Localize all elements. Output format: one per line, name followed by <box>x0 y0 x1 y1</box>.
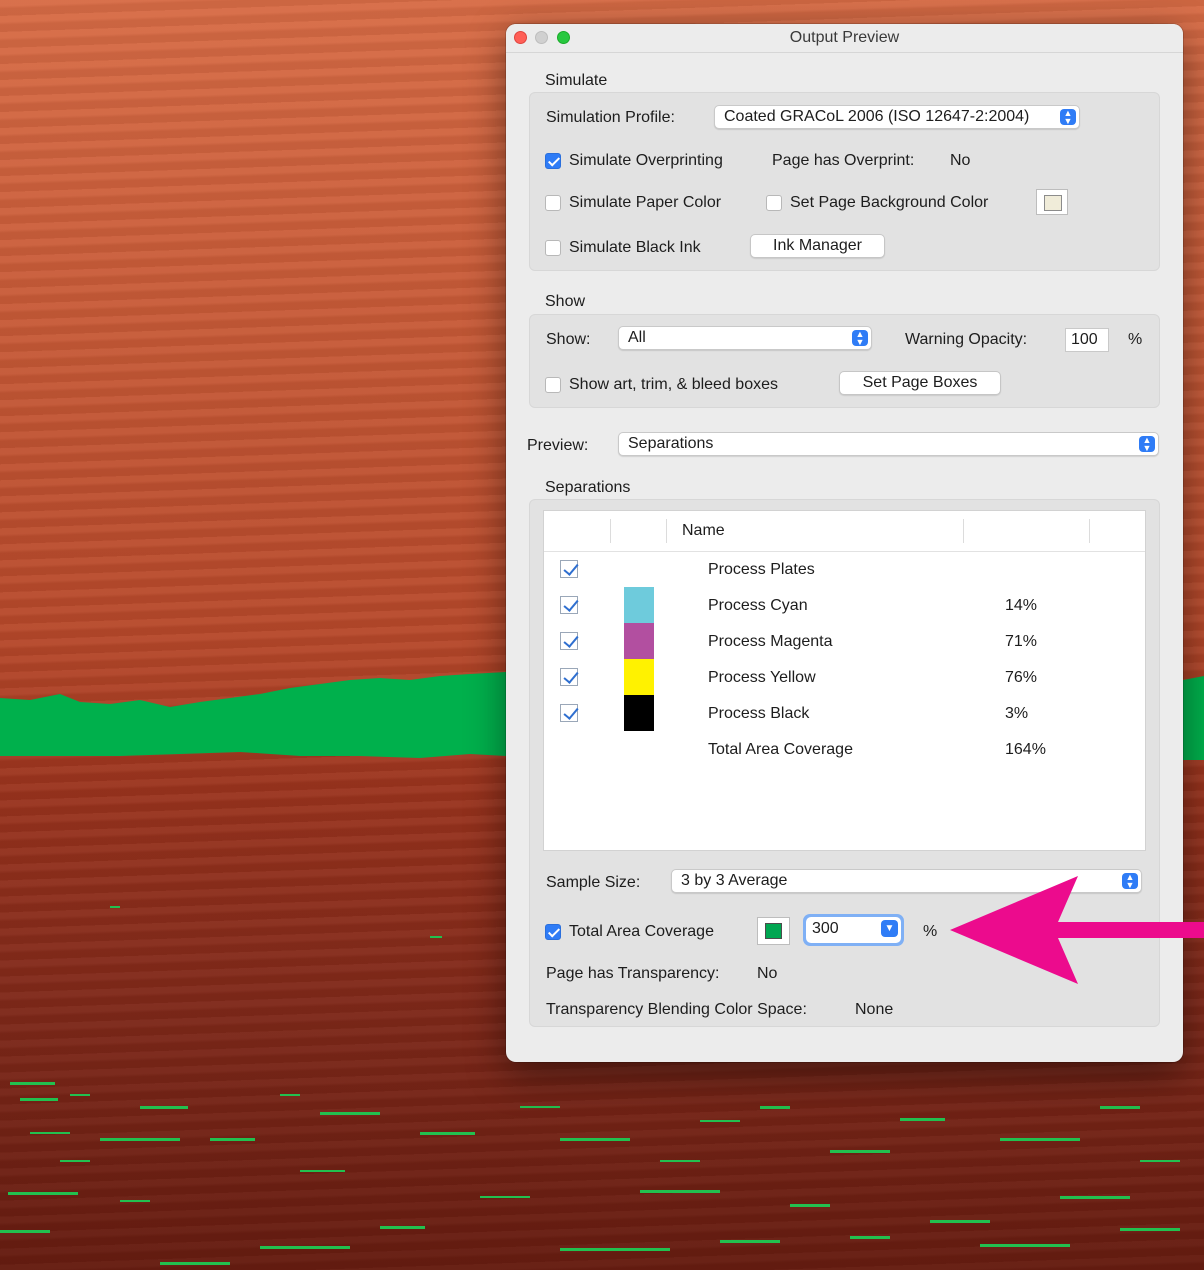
row-checkbox[interactable] <box>560 704 578 722</box>
total-area-coverage-checkbox[interactable] <box>545 924 561 940</box>
title-bar: Output Preview <box>506 24 1183 53</box>
show-popup[interactable]: All ▲ ▼ <box>618 326 872 350</box>
chevron-down-icon[interactable]: ▼ <box>881 920 898 937</box>
separation-value: 76% <box>1005 669 1038 686</box>
popup-stepper-icon: ▲ ▼ <box>1060 109 1076 126</box>
separation-value: 71% <box>1005 633 1038 650</box>
warning-opacity-label: Warning Opacity: <box>905 331 1028 348</box>
magenta-swatch <box>624 623 654 659</box>
simulate-paper-color-checkbox[interactable] <box>545 195 561 211</box>
column-divider <box>666 519 667 543</box>
preview-label: Preview: <box>527 437 589 454</box>
show-boxes-checkbox[interactable] <box>545 377 561 393</box>
tac-value: 300 <box>812 920 839 937</box>
column-divider <box>610 519 611 543</box>
simulate-group: Simulation Profile: Coated GRACoL 2006 (… <box>529 92 1160 271</box>
separation-value: 14% <box>1005 597 1038 614</box>
show-group: Show: All ▲ ▼ Warning Opacity: 100 % Show… <box>529 314 1160 408</box>
simulation-profile-label: Simulation Profile: <box>546 109 675 126</box>
popup-stepper-icon: ▲ ▼ <box>1139 436 1155 453</box>
tac-unit: % <box>923 923 938 940</box>
table-row[interactable]: Process Black 3% <box>544 695 1145 731</box>
black-swatch <box>624 695 654 731</box>
show-label: Show: <box>546 331 591 348</box>
ink-manager-button[interactable]: Ink Manager <box>750 234 885 258</box>
page-transparency-label: Page has Transparency: <box>546 965 720 982</box>
show-section-label: Show <box>545 293 586 310</box>
name-column-header[interactable]: Name <box>682 522 725 540</box>
total-area-coverage-label: Total Area Coverage <box>569 923 714 940</box>
table-row[interactable]: Process Yellow 76% <box>544 659 1145 695</box>
page-transparency-value: No <box>757 965 778 982</box>
page-overprint-value: No <box>950 152 971 169</box>
warning-opacity-unit: % <box>1128 331 1143 348</box>
separation-name: Process Yellow <box>708 669 816 686</box>
simulate-overprinting-checkbox[interactable] <box>545 153 561 169</box>
tac-color-well[interactable] <box>757 917 790 945</box>
preview-value: Separations <box>628 435 714 452</box>
show-boxes-label: Show art, trim, & bleed boxes <box>569 376 778 393</box>
blending-space-value: None <box>855 1001 894 1018</box>
row-checkbox[interactable] <box>560 596 578 614</box>
sample-size-value: 3 by 3 Average <box>681 872 788 889</box>
separation-name: Process Black <box>708 705 810 722</box>
column-divider <box>963 519 964 543</box>
page-background-color-swatch <box>1044 195 1062 211</box>
simulate-paper-color-label: Simulate Paper Color <box>569 194 722 211</box>
preview-popup[interactable]: Separations ▲ ▼ <box>618 432 1159 456</box>
popup-stepper-icon: ▲ ▼ <box>852 330 868 347</box>
page-background-color-well[interactable] <box>1036 189 1068 215</box>
table-header: Name <box>544 511 1145 552</box>
separation-name: Process Magenta <box>708 633 833 650</box>
table-row[interactable]: Process Plates <box>544 551 1145 587</box>
row-checkbox[interactable] <box>560 632 578 650</box>
simulation-profile-value: Coated GRACoL 2006 (ISO 12647-2:2004) <box>724 108 1030 125</box>
set-page-boxes-button[interactable]: Set Page Boxes <box>839 371 1001 395</box>
set-page-background-label: Set Page Background Color <box>790 194 989 211</box>
annotation-arrow-icon <box>950 876 1204 984</box>
simulate-section-label: Simulate <box>545 72 608 89</box>
tac-value-combo[interactable]: 300 ▼ <box>803 914 904 946</box>
table-row[interactable]: Process Cyan 14% <box>544 587 1145 623</box>
simulate-overprinting-label: Simulate Overprinting <box>569 152 723 169</box>
blending-space-label: Transparency Blending Color Space: <box>546 1001 807 1018</box>
row-checkbox[interactable] <box>560 668 578 686</box>
separation-name: Process Cyan <box>708 597 808 614</box>
simulate-black-ink-label: Simulate Black Ink <box>569 239 701 256</box>
separations-table: Name Process Plates Process Cyan 14% Pro… <box>543 510 1146 851</box>
separations-section-label: Separations <box>545 479 631 496</box>
window-title: Output Preview <box>789 29 900 46</box>
table-row: Total Area Coverage 164% <box>544 731 1145 767</box>
page-overprint-label: Page has Overprint: <box>772 152 915 169</box>
tac-color-swatch <box>765 923 782 939</box>
sample-size-label: Sample Size: <box>546 874 641 891</box>
separation-value: 3% <box>1005 705 1029 722</box>
simulate-black-ink-checkbox[interactable] <box>545 240 561 256</box>
set-page-background-checkbox[interactable] <box>766 195 782 211</box>
row-checkbox[interactable] <box>560 560 578 578</box>
column-divider <box>1089 519 1090 543</box>
separation-name: Total Area Coverage <box>708 741 853 758</box>
warning-opacity-field[interactable]: 100 <box>1065 328 1109 352</box>
yellow-swatch <box>624 659 654 695</box>
table-row[interactable]: Process Magenta 71% <box>544 623 1145 659</box>
cyan-swatch <box>624 587 654 623</box>
separation-name: Process Plates <box>708 561 815 578</box>
simulation-profile-popup[interactable]: Coated GRACoL 2006 (ISO 12647-2:2004) ▲ ▼ <box>714 105 1080 129</box>
show-value: All <box>628 329 646 346</box>
separation-value: 164% <box>1005 741 1046 758</box>
